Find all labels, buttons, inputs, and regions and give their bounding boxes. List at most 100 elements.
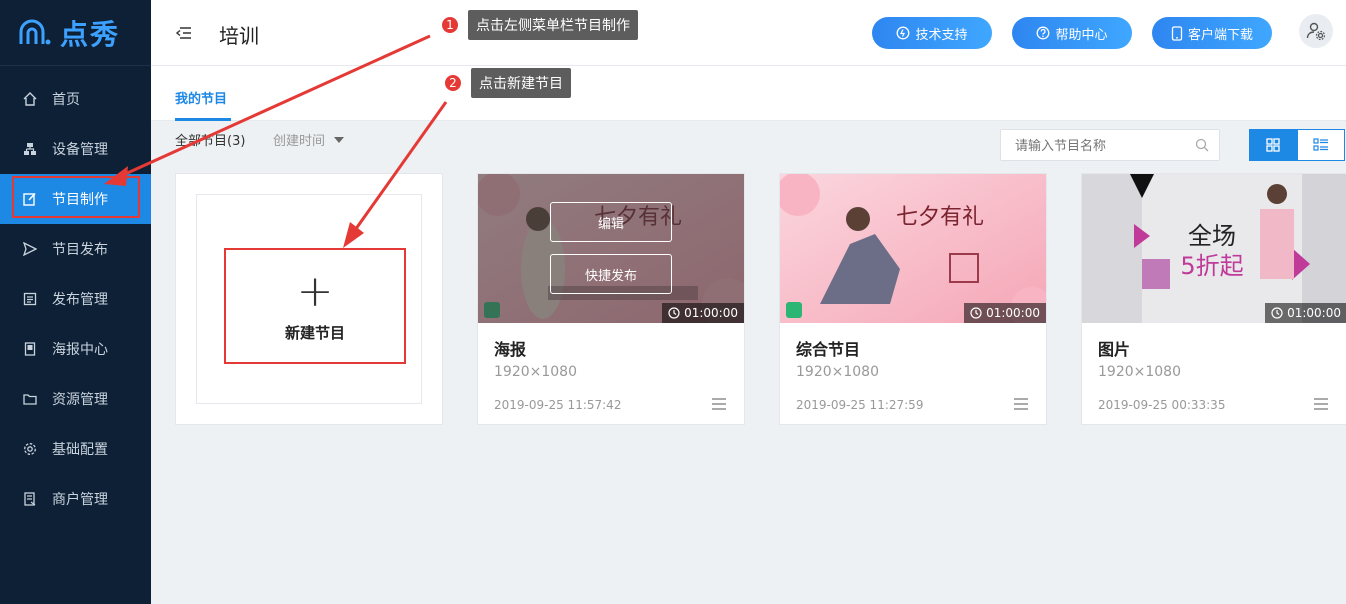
quick-publish-button[interactable]: 快捷发布	[550, 254, 672, 294]
sidebar-item-label: 商户管理	[52, 492, 108, 508]
sidebar-nav: 首页 设备管理 节目制作 节目发布 发布管理 海报中心 资源管理 基础配置 商户…	[0, 74, 151, 524]
program-resolution: 1920×1080	[494, 364, 577, 380]
client-download-button[interactable]: 客户端下载	[1152, 17, 1272, 49]
search-icon[interactable]	[1195, 138, 1209, 152]
program-thumbnail: 全场 5折起 01:00:00	[1082, 174, 1346, 323]
user-settings-avatar[interactable]	[1299, 14, 1333, 48]
duration-badge: 01:00:00	[964, 303, 1046, 323]
program-title: 图片	[1098, 340, 1131, 359]
publish-icon	[22, 291, 38, 307]
clock-icon	[1271, 307, 1283, 319]
sidebar-item-program-publish[interactable]: 节目发布	[0, 224, 151, 274]
new-program-card: + 新建节目	[175, 173, 443, 425]
sidebar-item-home[interactable]: 首页	[0, 74, 151, 124]
card-menu-icon[interactable]	[1314, 398, 1328, 410]
program-resolution: 1920×1080	[1098, 364, 1181, 380]
program-card[interactable]: 全场 5折起 01:00:00 图片 1920×1080 2019-09-25 …	[1081, 173, 1346, 425]
caret-down-icon[interactable]	[334, 137, 344, 143]
svg-text:全场: 全场	[1188, 222, 1236, 250]
svg-text:5折起: 5折起	[1180, 252, 1243, 280]
program-search	[1000, 129, 1220, 161]
composite-preview-image: 七夕有礼	[780, 174, 1046, 323]
help-center-label: 帮助中心	[1055, 27, 1108, 43]
sidebar-item-resources[interactable]: 资源管理	[0, 374, 151, 424]
sidebar: 点秀 首页 设备管理 节目制作 节目发布 发布管理 海报中心 资源管理 基础配置…	[0, 0, 151, 604]
tab-active-indicator	[175, 118, 231, 121]
sidebar-item-label: 节目发布	[52, 242, 108, 258]
home-icon	[22, 91, 38, 107]
edit-icon	[22, 191, 38, 207]
program-card[interactable]: 七夕有礼 编辑 快捷发布 01:00:00 海报 1920×1080 2019-…	[477, 173, 745, 425]
card-hover-overlay	[478, 174, 744, 323]
duration-text: 01:00:00	[684, 306, 738, 320]
grid-icon	[1266, 138, 1280, 152]
sidebar-item-label: 首页	[52, 92, 80, 108]
sidebar-item-merchants[interactable]: 商户管理	[0, 474, 151, 524]
card-menu-icon[interactable]	[1014, 398, 1028, 410]
brand-name: 点秀	[60, 17, 121, 51]
top-header: 培训 技术支持 帮助中心 客户端下载	[151, 0, 1346, 66]
logo[interactable]: 点秀	[0, 0, 151, 66]
tech-support-button[interactable]: 技术支持	[872, 17, 992, 49]
merchant-icon	[22, 491, 38, 507]
callout-step-1: 点击左侧菜单栏节目制作	[468, 10, 638, 40]
sidebar-item-settings[interactable]: 基础配置	[0, 424, 151, 474]
program-count-filter[interactable]: 全部节目(3)	[175, 130, 245, 149]
duration-badge: 01:00:00	[1265, 303, 1346, 323]
send-icon	[22, 241, 38, 257]
sidebar-item-devices[interactable]: 设备管理	[0, 124, 151, 174]
edit-button[interactable]: 编辑	[550, 202, 672, 242]
help-center-button[interactable]: 帮助中心	[1012, 17, 1132, 49]
program-tabs: 我的节目	[151, 66, 1346, 121]
list-icon	[1313, 138, 1328, 151]
page-title: 培训	[219, 24, 259, 48]
sort-by-created-time[interactable]: 创建时间	[273, 130, 325, 149]
program-title: 综合节目	[796, 340, 861, 359]
sidebar-item-label: 节目制作	[52, 192, 108, 208]
sidebar-item-label: 基础配置	[52, 442, 108, 458]
folder-icon	[22, 391, 38, 407]
user-gear-icon	[1306, 22, 1326, 41]
sidebar-item-poster-center[interactable]: 海报中心	[0, 324, 151, 374]
help-icon	[1037, 26, 1050, 40]
list-view-toggle[interactable]	[1297, 129, 1345, 161]
sidebar-item-publish-manage[interactable]: 发布管理	[0, 274, 151, 324]
duration-text: 01:00:00	[1287, 306, 1341, 320]
program-created-date: 2019-09-25 00:33:35	[1098, 398, 1226, 412]
sidebar-item-label: 设备管理	[52, 142, 108, 158]
program-title: 海报	[494, 340, 527, 359]
duration-badge: 01:00:00	[662, 303, 744, 323]
poster-icon	[22, 341, 38, 357]
sidebar-item-label: 发布管理	[52, 292, 108, 308]
svg-text:七夕有礼: 七夕有礼	[896, 205, 984, 230]
new-program-button[interactable]: + 新建节目	[224, 248, 406, 364]
clock-icon	[970, 307, 982, 319]
menu-fold-icon[interactable]	[175, 24, 193, 42]
tech-support-label: 技术支持	[915, 27, 968, 43]
client-download-label: 客户端下载	[1187, 27, 1253, 43]
phone-icon	[1171, 25, 1183, 41]
card-menu-icon[interactable]	[712, 398, 726, 410]
callout-number-2: 2	[443, 73, 463, 93]
device-icon	[22, 141, 38, 157]
gear-icon	[22, 441, 38, 457]
sidebar-item-label: 海报中心	[52, 342, 108, 358]
search-input[interactable]	[1001, 130, 1181, 160]
sidebar-item-label: 资源管理	[52, 392, 108, 408]
tab-my-programs[interactable]: 我的节目	[175, 88, 227, 107]
callout-step-2: 点击新建节目	[471, 68, 571, 98]
program-thumbnail: 七夕有礼 01:00:00	[780, 174, 1046, 323]
program-created-date: 2019-09-25 11:27:59	[796, 398, 924, 412]
image-preview-image: 全场 5折起	[1082, 174, 1346, 323]
new-program-label: 新建节目	[284, 323, 345, 342]
duration-text: 01:00:00	[986, 306, 1040, 320]
program-card[interactable]: 七夕有礼 01:00:00 综合节目 1920×1080 2019-09-25 …	[779, 173, 1047, 425]
grid-view-toggle[interactable]	[1249, 129, 1297, 161]
logo-mark-icon	[19, 19, 51, 44]
callout-number-1: 1	[440, 15, 460, 35]
program-created-date: 2019-09-25 11:57:42	[494, 398, 622, 412]
plus-icon: +	[296, 265, 334, 317]
program-resolution: 1920×1080	[796, 364, 879, 380]
clock-icon	[668, 307, 680, 319]
sidebar-item-program-create[interactable]: 节目制作	[0, 174, 151, 224]
